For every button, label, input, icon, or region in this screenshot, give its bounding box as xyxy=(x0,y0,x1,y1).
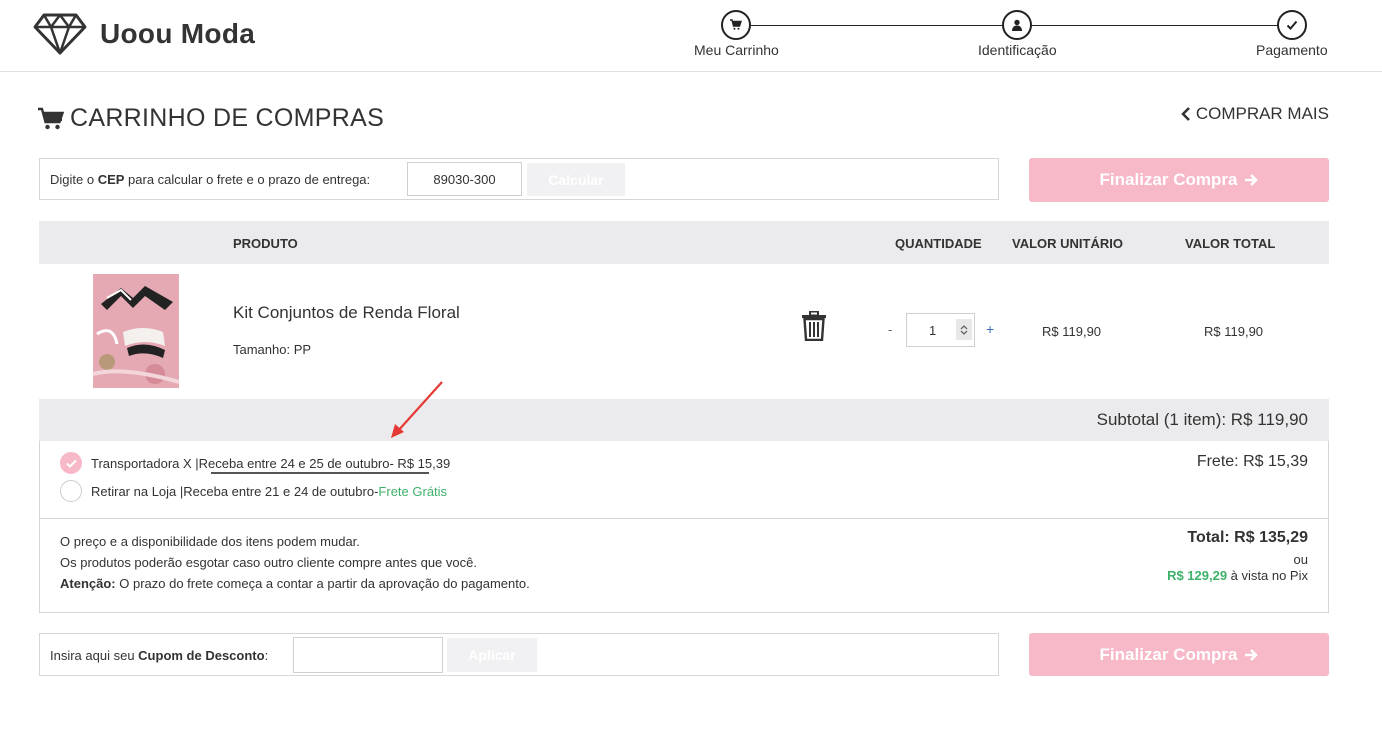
unit-price: R$ 119,90 xyxy=(1042,324,1102,339)
diamond-icon xyxy=(33,13,87,55)
product-image[interactable] xyxy=(93,274,179,388)
cep-label: Digite o CEP para calcular o frete e o p… xyxy=(50,172,370,187)
header-quantity: QUANTIDADE xyxy=(895,236,982,251)
subtotal-text: Subtotal (1 item): R$ 119,90 xyxy=(1096,410,1308,429)
free-shipping-label: Frete Grátis xyxy=(378,483,448,499)
header-product: PRODUTO xyxy=(233,236,298,251)
quantity-increase-button[interactable]: + xyxy=(986,321,994,337)
pix-price: R$ 129,29 à vista no Pix xyxy=(1167,568,1308,583)
logo[interactable]: Uoou Moda xyxy=(32,12,255,56)
cep-label-pre: Digite o xyxy=(50,172,98,187)
shipping-window: Receba entre 24 e 25 de outubro xyxy=(198,455,390,471)
header-unit-value: VALOR UNITÁRIO xyxy=(1012,236,1123,251)
finalize-label: Finalizar Compra xyxy=(1099,644,1238,664)
arrow-right-icon xyxy=(1245,648,1259,661)
pix-text: à vista no Pix xyxy=(1227,568,1308,583)
header-total-value: VALOR TOTAL xyxy=(1185,236,1276,251)
shipping-box: Transportadora X | Receba entre 24 e 25 … xyxy=(39,441,1329,613)
radio-unselected[interactable] xyxy=(60,480,82,502)
page-title: CARRINHO DE COMPRAS xyxy=(38,104,384,133)
site-header: Uoou Moda Meu Carrinho Identificação Pag… xyxy=(0,0,1382,72)
step-payment-circle xyxy=(1276,10,1307,40)
trash-icon[interactable] xyxy=(801,311,827,341)
check-icon xyxy=(65,459,77,468)
note-attention: Atenção: O prazo do frete começa a conta… xyxy=(60,573,530,594)
attention-label: Atenção: xyxy=(60,576,116,591)
step-identification: Identificação xyxy=(978,10,1057,58)
step-cart: Meu Carrinho xyxy=(694,10,779,58)
step-payment: Pagamento xyxy=(1256,10,1328,58)
checkout-steps: Meu Carrinho Identificação Pagamento xyxy=(692,10,1344,64)
step-label: Identificação xyxy=(978,42,1057,58)
disclaimer-notes: O preço e a disponibilidade dos itens po… xyxy=(60,531,530,594)
annotation-arrow-icon xyxy=(391,381,443,438)
frete-summary: Frete: R$ 15,39 xyxy=(1196,453,1308,470)
shipping-price: - R$ 15,39 xyxy=(389,455,451,471)
step-label: Pagamento xyxy=(1256,42,1328,58)
apply-coupon-button[interactable]: Aplicar xyxy=(447,638,537,672)
shipping-window: Receba entre 21 e 24 de outubro xyxy=(183,483,375,499)
cep-box: Digite o CEP para calcular o frete e o p… xyxy=(39,158,999,200)
product-photo xyxy=(93,274,179,388)
product-name[interactable]: Kit Conjuntos de Renda Floral xyxy=(233,303,460,323)
step-label: Meu Carrinho xyxy=(694,42,779,58)
user-icon xyxy=(1012,19,1023,31)
buy-more-link[interactable]: COMPRAR MAIS xyxy=(1181,104,1329,124)
coupon-label-post: : xyxy=(264,648,269,663)
check-icon xyxy=(1286,20,1298,30)
shipping-carrier: Retirar na Loja | xyxy=(91,483,184,499)
radio-selected[interactable] xyxy=(60,452,82,474)
calculate-button[interactable]: Calcular xyxy=(527,163,625,196)
quantity-value: 1 xyxy=(929,323,937,338)
order-total: Total: R$ 135,29 xyxy=(1187,529,1308,546)
cep-input[interactable] xyxy=(407,162,522,196)
note-line: Os produtos poderão esgotar caso outro c… xyxy=(60,555,477,570)
shipping-option-pickup[interactable]: Retirar na Loja | Receba entre 21 e 24 d… xyxy=(60,480,447,502)
attention-text: O prazo do frete começa a contar a parti… xyxy=(115,576,530,591)
highlight-underline xyxy=(211,472,429,474)
note-line: O preço e a disponibilidade dos itens po… xyxy=(60,534,360,549)
quantity-spinner[interactable] xyxy=(956,319,972,340)
product-size: Tamanho: PP xyxy=(233,342,312,357)
brand-name: Uoou Moda xyxy=(100,18,256,49)
coupon-box: Insira aqui seu Cupom de Desconto: Aplic… xyxy=(39,633,999,676)
total-price: R$ 119,90 xyxy=(1204,324,1264,339)
shipping-option-carrier[interactable]: Transportadora X | Receba entre 24 e 25 … xyxy=(60,452,450,474)
cart-table-header: PRODUTO QUANTIDADE VALOR UNITÁRIO VALOR … xyxy=(39,221,1329,264)
cep-label-post: para calcular o frete e o prazo de entre… xyxy=(124,172,371,187)
step-cart-circle xyxy=(721,10,752,40)
quantity-input[interactable]: 1 xyxy=(906,313,975,347)
or-label: ou xyxy=(1293,552,1308,567)
pix-value: R$ 129,29 xyxy=(1167,568,1228,583)
shopping-cart-icon xyxy=(38,107,64,129)
total-block: Total: R$ 135,29 ou R$ 129,29 à vista no… xyxy=(1167,529,1308,583)
shipping-carrier: Transportadora X | xyxy=(91,455,199,471)
finalize-purchase-button-bottom[interactable]: Finalizar Compra xyxy=(1029,633,1329,676)
step-identification-circle xyxy=(1002,10,1033,40)
page-title-text: CARRINHO DE COMPRAS xyxy=(70,104,385,132)
finalize-purchase-button-top[interactable]: Finalizar Compra xyxy=(1029,158,1329,202)
coupon-label-bold: Cupom de Desconto xyxy=(138,648,265,663)
cart-item-row: Kit Conjuntos de Renda Floral Tamanho: P… xyxy=(39,264,1329,399)
cep-label-bold: CEP xyxy=(97,172,125,187)
coupon-label: Insira aqui seu Cupom de Desconto: xyxy=(50,648,268,663)
quantity-decrease-button[interactable]: - xyxy=(888,322,892,337)
spin-down-icon[interactable] xyxy=(960,330,968,336)
coupon-label-pre: Insira aqui seu xyxy=(50,648,139,663)
subtotal-bar: Subtotal (1 item): R$ 119,90 xyxy=(39,399,1329,441)
divider xyxy=(40,518,1328,519)
finalize-label: Finalizar Compra xyxy=(1099,170,1238,189)
chevron-left-icon xyxy=(1181,107,1190,121)
arrow-right-icon xyxy=(1245,174,1259,186)
coupon-input[interactable] xyxy=(293,637,443,673)
cart-icon xyxy=(730,19,743,30)
buy-more-label: COMPRAR MAIS xyxy=(1195,104,1329,123)
